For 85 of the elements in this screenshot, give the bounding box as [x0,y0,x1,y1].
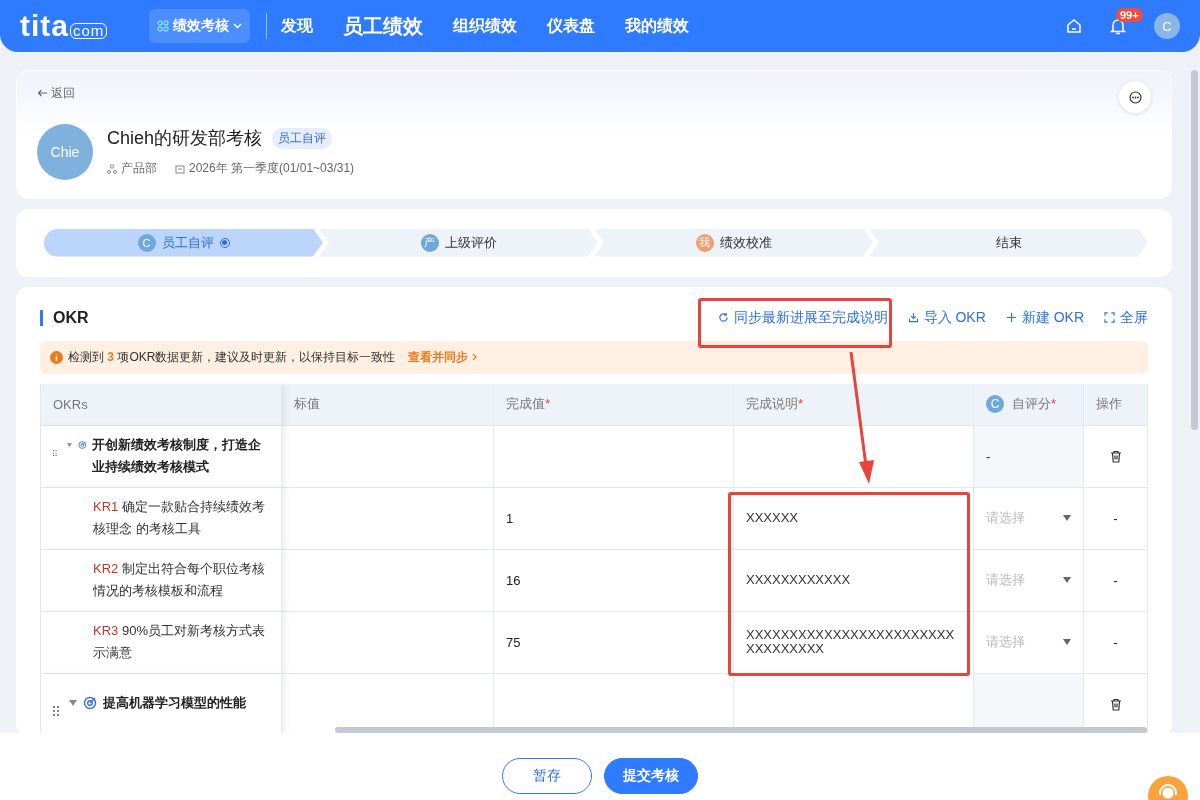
target-icon [83,696,97,710]
trash-icon[interactable] [1109,697,1122,711]
notice-text: 检测到 3 项OKR数据更新，建议及时更新，以保持目标一致性 [68,348,396,366]
calendar-icon [175,163,185,174]
trash-icon[interactable] [1109,449,1122,463]
step-label: 结束 [995,233,1022,252]
nav-tab[interactable]: 仪表盘 [547,15,596,37]
notification-badge: 99+ [1116,7,1143,22]
save-draft-button[interactable]: 暂存 [502,757,592,794]
bell-icon[interactable] [1110,17,1126,35]
caret-icon[interactable] [66,442,72,448]
chat-icon[interactable] [1128,90,1142,104]
table-cell: 16 [494,549,734,612]
nav-tab[interactable]: 我的绩效 [625,15,690,37]
period-text: 2026年 第一季度(01/01~03/31) [189,160,355,177]
process-step[interactable]: 产 上级评价 [319,228,598,257]
user-avatar[interactable]: C [1154,13,1180,39]
process-step[interactable]: 我 绩效校准 [594,228,873,257]
action-link[interactable]: 新建 OKR [1005,308,1084,327]
caret-icon[interactable] [69,700,77,706]
column-header: OKRs [41,383,282,426]
step-label: 绩效校准 [719,233,772,252]
key-result-title: KR3 90%员工对新考核方式表示满意 [92,622,266,662]
column-header: C 自评分* [974,383,1084,426]
back-link[interactable]: 返回 [37,84,75,102]
user-avatar: Chie [37,123,93,180]
table-cell: 1 [494,487,734,550]
caret-icon [1063,515,1071,521]
chevron-right-icon [472,353,478,361]
key-result-title: KR1 确定一款贴合持续绩效考核理念 的考核工具 [92,498,266,538]
view-sync-link[interactable]: 查看并同步 [408,348,478,366]
table-cell: 75 [494,611,734,674]
plus-icon [1005,312,1017,323]
step-badge: 产 [420,233,439,252]
target-icon [77,438,87,452]
info-icon [50,350,63,364]
column-header: 操作 [1084,383,1148,426]
section-title: OKR [40,309,89,326]
step-label: 上级评价 [444,233,497,252]
caret-icon [1063,639,1071,645]
status-tag: 员工自评 [272,127,333,149]
caret-icon [1063,577,1071,583]
fullscreen-icon [1104,312,1115,323]
logo[interactable]: tita com [20,9,108,43]
score-select[interactable]: 请选择 [986,509,1071,527]
department-text: 产品部 [121,160,157,177]
chevron-down-icon [233,23,243,29]
column-header: 标值 [282,383,494,426]
step-badge: C [137,233,156,252]
arrow-left-icon [37,89,47,97]
nav-tab[interactable]: 发现 [281,15,314,37]
drag-handle-icon[interactable] [53,706,59,716]
table-cell: XXXXXX [734,487,974,550]
org-icon [107,163,117,174]
action-link[interactable]: 导入 OKR [907,308,986,327]
column-header: 完成说明* [734,383,974,426]
column-header: 完成值* [494,383,734,426]
objective-title: 提高机器学习模型的性能 [103,694,246,712]
refresh-icon [717,312,729,323]
objective-title: 开创新绩效考核制度，打造企业持续绩效考核模式 [92,436,263,476]
table-cell: - [1084,549,1148,612]
nav-tab[interactable]: 员工绩效 [343,12,424,40]
submit-button[interactable]: 提交考核 [604,757,698,794]
table-cell: - [1084,487,1148,550]
drag-handle-icon[interactable] [53,448,57,458]
score-select[interactable]: 请选择 [986,633,1071,651]
step-badge: 我 [695,233,714,252]
nav-tab[interactable]: 组织绩效 [453,15,518,37]
process-step[interactable]: C 员工自评 [44,228,323,257]
step-label: 员工自评 [161,233,214,252]
apps-icon [157,20,170,32]
score-select[interactable]: 请选择 [986,571,1071,589]
review-title: Chieh的研发部考核 [107,127,263,150]
home-icon[interactable] [1066,18,1082,34]
horizontal-scrollbar[interactable] [335,727,1147,733]
import-icon [907,312,919,323]
module-switcher[interactable]: 绩效考核 [149,9,251,43]
action-link[interactable]: 同步最新进展至完成说明 [717,308,888,327]
table-cell: - [974,425,1084,488]
action-link[interactable]: 全屏 [1104,308,1148,327]
process-step[interactable]: 结束 [869,228,1148,257]
table-cell: XXXXXXXXXXXX [734,549,974,612]
vertical-scrollbar[interactable] [1191,70,1198,430]
table-cell: - [1084,611,1148,674]
key-result-title: KR2 制定出符合每个职位考核情况的考核模板和流程 [92,560,266,600]
